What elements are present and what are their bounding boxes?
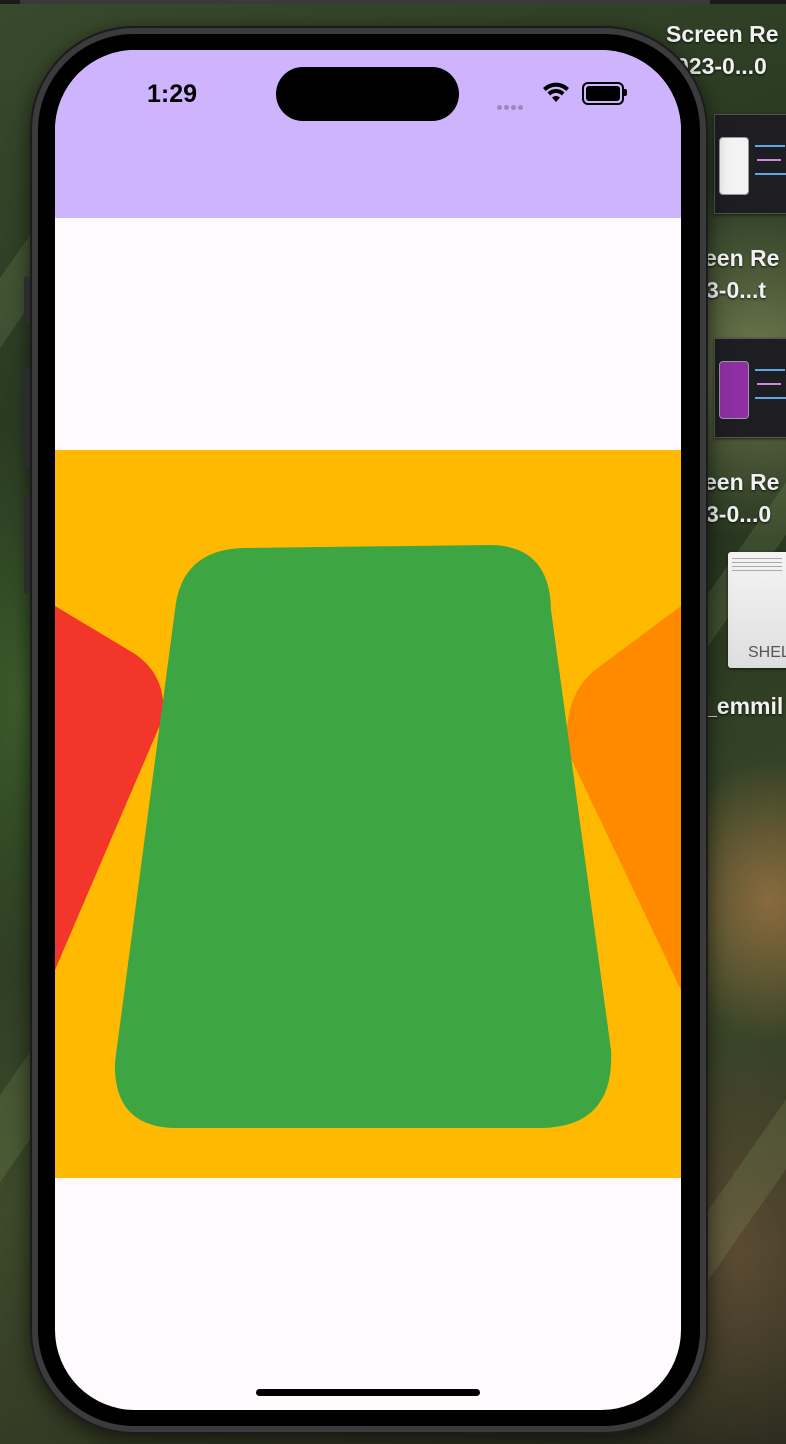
card-carousel[interactable] xyxy=(55,450,681,1178)
desktop-file-label[interactable]: _emmil xyxy=(704,690,783,722)
home-indicator[interactable] xyxy=(256,1389,480,1396)
window-top-edge xyxy=(0,0,786,4)
volume-up-button xyxy=(24,368,30,468)
battery-icon xyxy=(582,82,624,105)
volume-down-button xyxy=(24,494,30,594)
carousel-card-center[interactable] xyxy=(114,545,612,1128)
dynamic-island xyxy=(276,67,459,121)
document-thumbnail[interactable]: SHEL xyxy=(728,552,786,668)
signal-dots-icon xyxy=(497,97,525,115)
screen-recording-thumbnail[interactable] xyxy=(714,114,786,214)
phone-screen: 1:29 xyxy=(55,50,681,1410)
desktop-file-label[interactable]: een Re xyxy=(704,466,779,498)
desktop-file-label[interactable]: Screen Re xyxy=(666,18,779,50)
desktop-file-label[interactable]: 3-0...t xyxy=(706,274,766,306)
carousel-cards xyxy=(55,545,681,1128)
desktop-file-label[interactable]: 3-0...0 xyxy=(706,498,771,530)
desktop-file-label[interactable]: een Re xyxy=(704,242,779,274)
wifi-icon xyxy=(543,82,569,102)
status-bar-icons xyxy=(497,80,627,110)
silent-switch xyxy=(24,276,30,324)
screen-recording-thumbnail[interactable] xyxy=(714,338,786,438)
status-bar-time: 1:29 xyxy=(147,80,198,108)
document-thumbnail-text: SHEL xyxy=(748,644,786,661)
